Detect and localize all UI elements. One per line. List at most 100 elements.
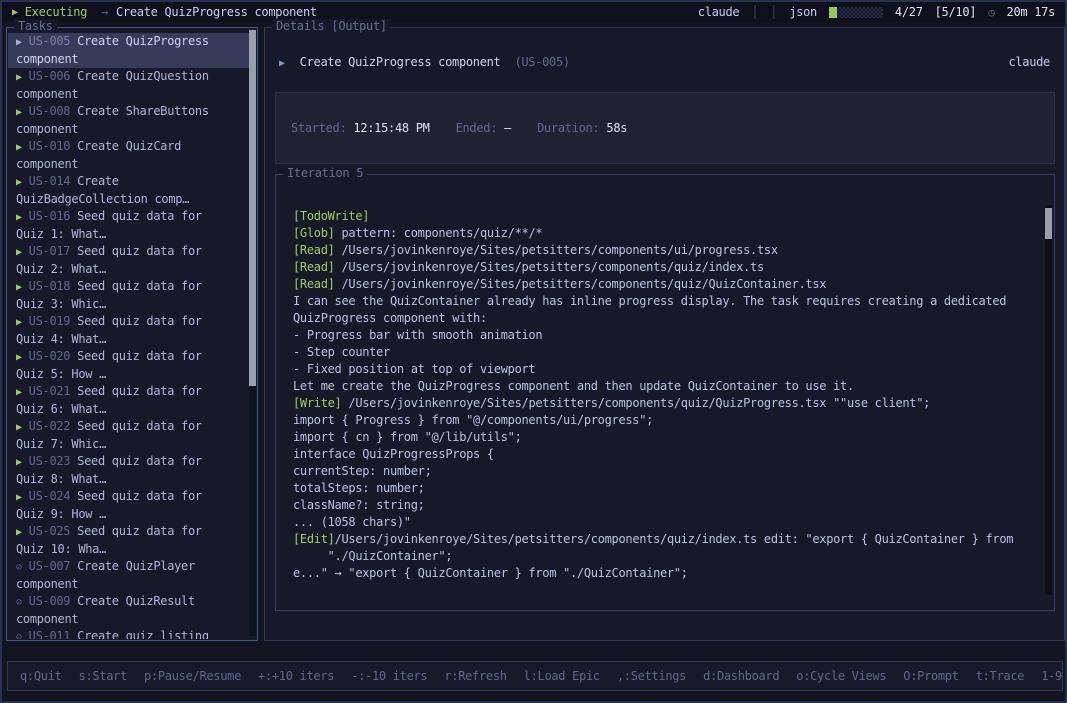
play-icon: ▶ — [16, 352, 22, 363]
output-line: [TodoWrite] — [293, 208, 1038, 225]
shortcut-q[interactable]: q:Quit — [20, 669, 62, 683]
play-icon: ▶ — [12, 7, 18, 18]
task-id: US-014 — [29, 174, 71, 188]
task-list: ▶ US-005 Create QuizProgress component▶ … — [8, 33, 256, 639]
blocked-icon: ⊘ — [16, 562, 22, 573]
shortcut-t[interactable]: t:Trace — [976, 669, 1024, 683]
task-id: US-019 — [29, 314, 71, 328]
top-status-bar: ▶ Executing → Create QuizProgress compon… — [2, 2, 1065, 22]
task-item-us-024[interactable]: ▶ US-024 Seed quiz data for Quiz 9: How … — [8, 488, 256, 523]
play-icon: ▶ — [16, 247, 22, 258]
started-value: 12:15:48 PM — [353, 121, 429, 135]
task-label: Create quiz listing — [77, 629, 209, 639]
task-item-us-016[interactable]: ▶ US-016 Seed quiz data for Quiz 1: What… — [8, 208, 256, 243]
output-scrollbar[interactable] — [1045, 205, 1052, 595]
shortcut--[interactable]: -:-10 iters — [351, 669, 427, 683]
task-id: US-005 — [29, 34, 71, 48]
output-line: e..." → "export { QuizContainer } from "… — [293, 565, 1038, 582]
output-line: className?: string; — [293, 497, 1038, 514]
output-line: import { cn } from "@/lib/utils"; — [293, 429, 1038, 446]
task-item-us-023[interactable]: ▶ US-023 Seed quiz data for Quiz 8: What… — [8, 453, 256, 488]
shortcut-1-9[interactable]: 1-9: — [1041, 669, 1063, 683]
task-item-us-022[interactable]: ▶ US-022 Seed quiz data for Quiz 7: Whic… — [8, 418, 256, 453]
executing-status: Executing — [25, 5, 87, 19]
iteration-output-box: Iteration 5 [TodoWrite][Glob] pattern: c… — [275, 174, 1055, 611]
output-line: - Step counter — [293, 344, 1038, 361]
elapsed-time: 20m 17s — [1007, 5, 1055, 19]
output-line: [Read] /Users/jovinkenroye/Sites/petsitt… — [293, 242, 1038, 259]
terminal-window: ▶ Executing → Create QuizProgress compon… — [0, 0, 1067, 703]
task-id: US-020 — [29, 349, 71, 363]
output-line: [Glob] pattern: components/quiz/**/* — [293, 225, 1038, 242]
play-icon: ▶ — [16, 72, 22, 83]
play-icon: ▶ — [279, 58, 285, 69]
play-icon: ▶ — [16, 457, 22, 468]
duration-label: Duration: — [537, 121, 599, 135]
task-item-us-006[interactable]: ▶ US-006 Create QuizQuestion component — [8, 68, 256, 103]
task-id: US-016 — [29, 209, 71, 223]
separator: │ — [751, 5, 758, 19]
task-item-us-025[interactable]: ▶ US-025 Seed quiz data for Quiz 10: Wha… — [8, 523, 256, 558]
task-item-us-009[interactable]: ⊘ US-009 Create QuizResult component — [8, 593, 256, 628]
shortcut-p[interactable]: p:Pause/Resume — [144, 669, 241, 683]
iteration-count: 4/27 — [895, 5, 923, 19]
task-id: US-025 — [29, 524, 71, 538]
current-task-title: Create QuizProgress component — [116, 5, 317, 19]
details-panel: Details [Output] ▶ Create QuizProgress c… — [264, 27, 1065, 641]
task-item-us-011[interactable]: ⊘ US-011 Create quiz listing — [8, 628, 256, 639]
play-icon: ▶ — [16, 492, 22, 503]
details-panel-title: Details [Output] — [272, 19, 391, 33]
task-id: US-023 — [29, 454, 71, 468]
clock-icon: ◷ — [988, 6, 994, 19]
output-line: [Read] /Users/jovinkenroye/Sites/petsitt… — [293, 276, 1038, 293]
output-line: [Edit]/Users/jovinkenroye/Sites/petsitte… — [293, 531, 1038, 548]
task-detail-header: ▶ Create QuizProgress component (US-005)… — [279, 55, 1050, 69]
task-item-us-018[interactable]: ▶ US-018 Seed quiz data for Quiz 3: Whic… — [8, 278, 256, 313]
output-mode: json — [789, 5, 817, 19]
task-item-us-008[interactable]: ▶ US-008 Create ShareButtons component — [8, 103, 256, 138]
shortcut-O[interactable]: O:Prompt — [903, 669, 958, 683]
arrow-right-icon: → — [101, 5, 108, 19]
output-line: [Write] /Users/jovinkenroye/Sites/petsit… — [293, 395, 1038, 412]
output-scrollbar-thumb[interactable] — [1045, 208, 1052, 239]
play-icon: ▶ — [16, 317, 22, 328]
batch-count: [5/10] — [935, 5, 977, 19]
task-meta-box: Started: 12:15:48 PM Ended: – Duration: … — [275, 92, 1055, 164]
shortcut-s[interactable]: s:Start — [79, 669, 127, 683]
task-id: US-006 — [29, 69, 71, 83]
output-line: ... (1058 chars)" — [293, 514, 1038, 531]
shortcut-,[interactable]: ,:Settings — [617, 669, 686, 683]
task-id: US-010 — [29, 139, 71, 153]
blocked-icon: ⊘ — [16, 597, 22, 608]
task-id: US-011 — [29, 629, 71, 639]
tasks-scrollbar-thumb[interactable] — [249, 30, 256, 386]
task-item-us-005[interactable]: ▶ US-005 Create QuizProgress component — [8, 33, 256, 68]
task-item-us-010[interactable]: ▶ US-010 Create QuizCard component — [8, 138, 256, 173]
keybinding-bar: q:Quit s:Start p:Pause/Resume +:+10 iters -:… — [7, 661, 1063, 691]
task-item-us-019[interactable]: ▶ US-019 Seed quiz data for Quiz 4: What… — [8, 313, 256, 348]
task-id: US-018 — [29, 279, 71, 293]
shortcut-d[interactable]: d:Dashboard — [703, 669, 779, 683]
task-item-us-017[interactable]: ▶ US-017 Seed quiz data for Quiz 2: What… — [8, 243, 256, 278]
shortcut-+[interactable]: +:+10 iters — [258, 669, 334, 683]
output-line: Let me create the QuizProgress component… — [293, 378, 1038, 395]
blocked-icon: ⊘ — [16, 632, 22, 639]
task-item-us-007[interactable]: ⊘ US-007 Create QuizPlayer component — [8, 558, 256, 593]
play-icon: ▶ — [16, 422, 22, 433]
started-label: Started: — [291, 121, 346, 135]
agent-name: claude — [698, 5, 740, 19]
shortcut-l[interactable]: l:Load Epic — [524, 669, 600, 683]
task-id: US-024 — [29, 489, 71, 503]
shortcut-r[interactable]: r:Refresh — [444, 669, 506, 683]
shortcut-o[interactable]: o:Cycle Views — [796, 669, 886, 683]
detail-task-title: Create QuizProgress component — [300, 55, 501, 69]
ended-value: – — [504, 121, 511, 135]
play-icon: ▶ — [16, 282, 22, 293]
task-item-us-020[interactable]: ▶ US-020 Seed quiz data for Quiz 5: How … — [8, 348, 256, 383]
output-log: [TodoWrite][Glob] pattern: components/qu… — [293, 208, 1038, 604]
progress-fill — [829, 7, 837, 18]
tasks-panel: Tasks ▶ US-005 Create QuizProgress compo… — [6, 27, 258, 641]
task-item-us-014[interactable]: ▶ US-014 Create QuizBadgeCollection comp… — [8, 173, 256, 208]
tasks-scrollbar[interactable] — [249, 30, 256, 636]
task-item-us-021[interactable]: ▶ US-021 Seed quiz data for Quiz 6: What… — [8, 383, 256, 418]
